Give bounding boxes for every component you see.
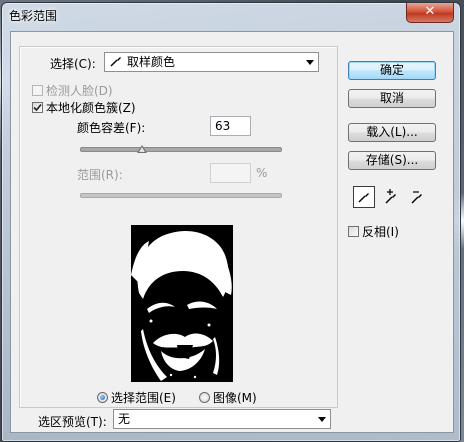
eyedropper-icon (109, 54, 123, 73)
range-unit: % (256, 166, 268, 180)
fuzziness-slider-thumb[interactable] (137, 145, 147, 153)
range-label: 范围(R): (77, 168, 123, 182)
image-view-radio[interactable] (199, 392, 210, 403)
select-dropdown[interactable]: 取样颜色 (104, 52, 319, 72)
selection-preview-image (131, 225, 233, 382)
image-view-label: 图像(M) (213, 391, 257, 405)
title-bar[interactable]: 色彩范围 ✕ (2, 3, 460, 29)
range-input[interactable] (210, 163, 251, 183)
selection-view-label: 选择范围(E) (111, 391, 176, 405)
range-slider[interactable] (80, 193, 282, 198)
chevron-down-icon (318, 417, 326, 422)
fuzziness-input[interactable]: 63 (210, 116, 251, 136)
options-panel: 选择(C): 取样颜色 检测人脸(D) 本地化颜色簇(Z) 颜色容差(F): 6… (19, 46, 338, 408)
select-value: 取样颜色 (127, 55, 176, 69)
cancel-button[interactable]: 取消 (348, 89, 436, 108)
select-label: 选择(C): (50, 57, 96, 71)
eyedropper-tool[interactable] (353, 186, 375, 208)
selection-preview-value: 无 (118, 412, 131, 426)
chevron-down-icon (306, 60, 314, 65)
dialog-client-area: 选择(C): 取样颜色 检测人脸(D) 本地化颜色簇(Z) 颜色容差(F): 6… (10, 31, 454, 433)
fuzziness-slider[interactable] (80, 147, 282, 152)
fuzziness-label: 颜色容差(F): (77, 121, 146, 135)
subtract-from-sample-tool[interactable] (407, 186, 429, 208)
load-button[interactable]: 载入(L)... (348, 123, 436, 142)
localized-clusters-label: 本地化颜色簇(Z) (46, 101, 136, 115)
ok-button[interactable]: 确定 (348, 61, 436, 80)
detect-faces-checkbox[interactable] (32, 85, 43, 96)
invert-label: 反相(I) (362, 225, 399, 239)
selection-view-radio[interactable] (97, 392, 108, 403)
localized-clusters-checkbox[interactable] (32, 102, 43, 113)
add-to-sample-tool[interactable] (381, 186, 403, 208)
dialog-title: 色彩范围 (9, 9, 58, 23)
invert-checkbox[interactable] (348, 226, 359, 237)
save-button[interactable]: 存储(S)... (348, 151, 436, 170)
selection-preview-dropdown[interactable]: 无 (113, 409, 331, 429)
selection-preview-label: 选区预览(T): (38, 415, 107, 429)
close-button[interactable]: ✕ (406, 3, 454, 23)
close-icon: ✕ (424, 4, 436, 19)
color-range-dialog: 色彩范围 ✕ 选择(C): 取样颜色 检测人脸(D) 本地化颜色簇(Z) 颜色容… (1, 2, 461, 442)
detect-faces-label: 检测人脸(D) (46, 84, 113, 98)
